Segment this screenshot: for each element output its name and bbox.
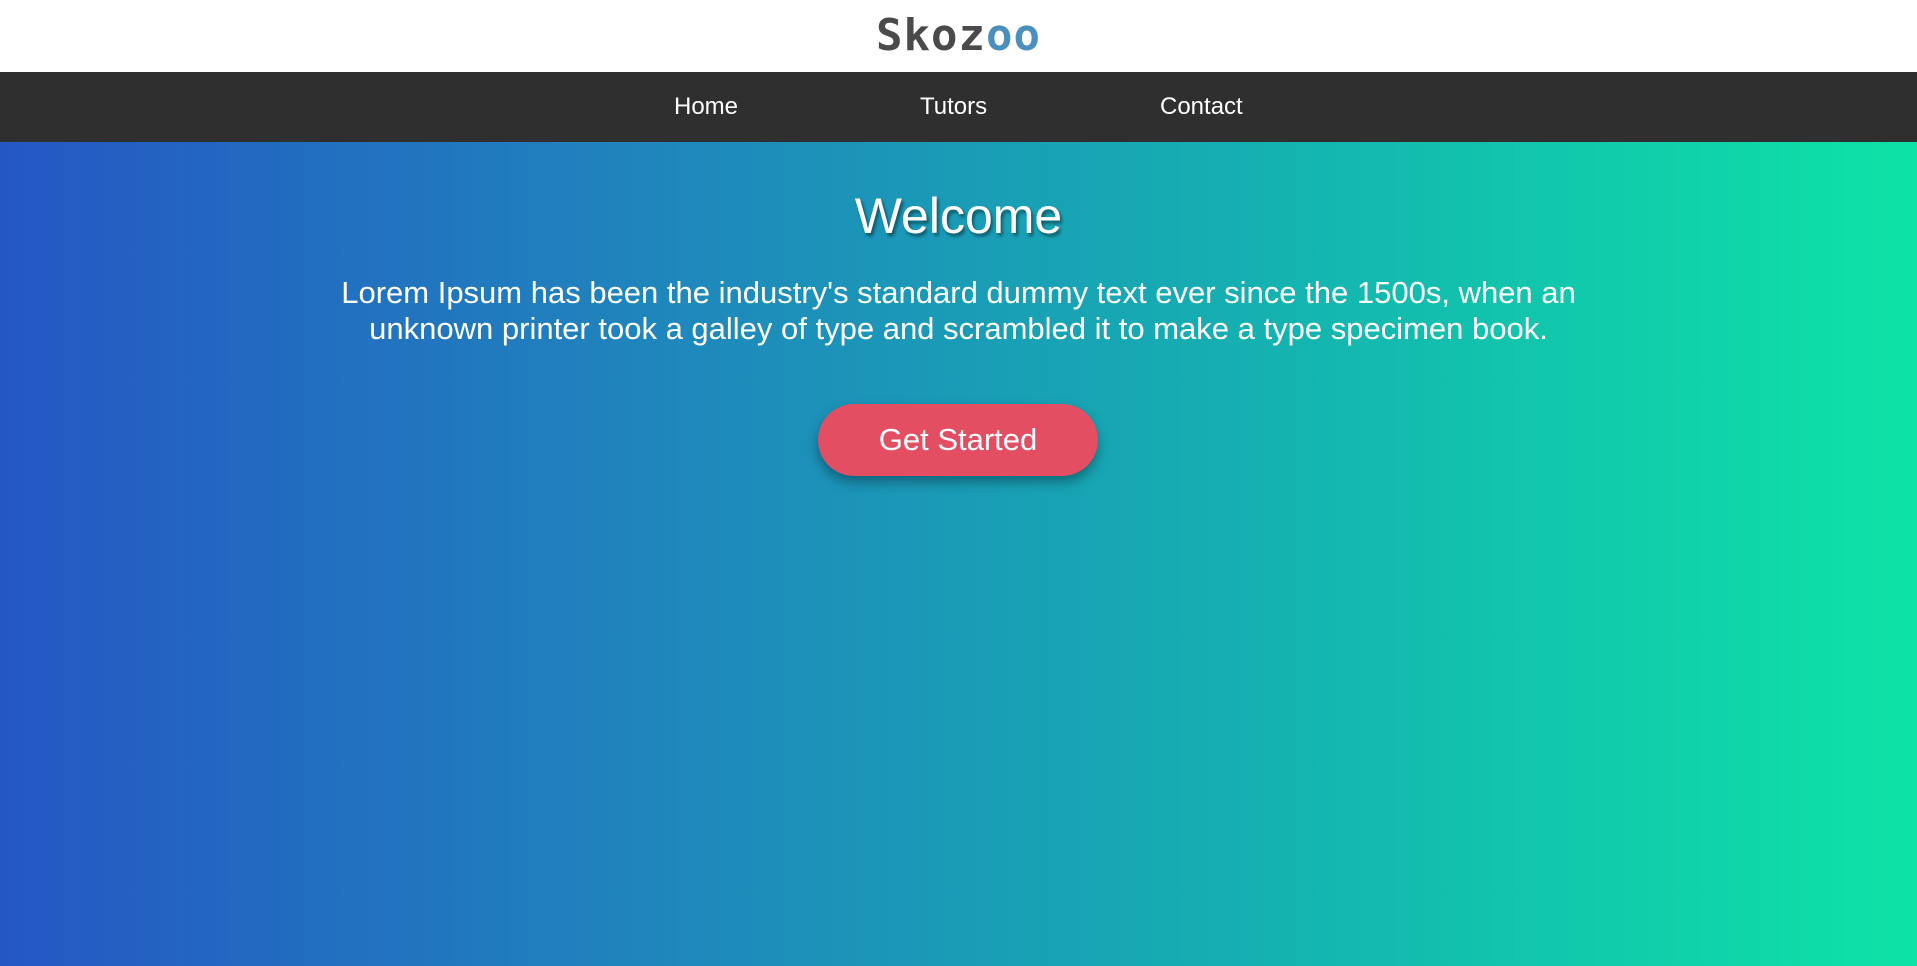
nav-link-contact[interactable]: Contact (1160, 72, 1243, 142)
brand-logo[interactable]: Skoz oo (876, 14, 1041, 58)
nav-link-tutors[interactable]: Tutors (920, 72, 987, 142)
hero-description: Lorem Ipsum has been the industry's stan… (341, 275, 1576, 346)
logo-text-accent: oo (985, 10, 1041, 61)
logo-text-primary: Skoz (876, 10, 986, 61)
nav-link-home[interactable]: Home (674, 72, 738, 142)
hero-title: Welcome (854, 188, 1063, 244)
main-navigation: Home Tutors Contact (0, 72, 1917, 142)
header: Skoz oo (0, 0, 1917, 72)
get-started-button[interactable]: Get Started (818, 404, 1098, 476)
hero-section: Welcome Lorem Ipsum has been the industr… (0, 142, 1917, 966)
